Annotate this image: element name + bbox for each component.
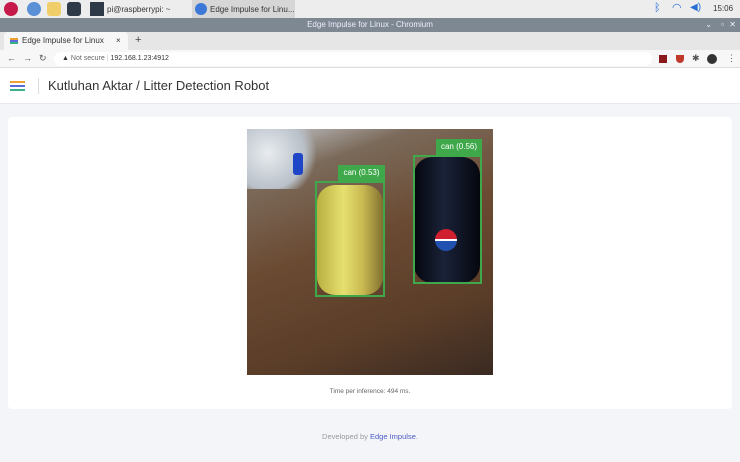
task-label: Edge Impulse for Linu... — [210, 4, 295, 14]
wifi-icon[interactable]: ◠ — [672, 1, 682, 14]
back-icon[interactable]: ← — [7, 53, 16, 63]
tab-close-button[interactable]: × — [116, 32, 121, 50]
divider — [38, 78, 39, 94]
close-window-icon[interactable]: ✕ — [729, 18, 736, 32]
footer-period: . — [415, 432, 418, 441]
page-header: Kutluhan Aktar / Litter Detection Robot — [0, 68, 740, 104]
edge-impulse-logo[interactable] — [10, 81, 25, 91]
tab-edge-impulse[interactable]: Edge Impulse for Linux × — [4, 32, 128, 50]
new-tab-button[interactable]: + — [135, 34, 141, 46]
profile-icon[interactable] — [707, 54, 717, 64]
bluetooth-icon[interactable]: ᛒ — [654, 2, 661, 14]
browser-icon[interactable] — [27, 2, 41, 16]
address-bar[interactable]: ▲ Not secure | 192.168.1.23:4912 — [54, 52, 652, 66]
task-label: pi@raspberrypi: ~ — [107, 4, 171, 14]
bounding-box — [413, 155, 482, 284]
warning-icon: ▲ — [62, 55, 69, 62]
taskbar: pi@raspberrypi: ~ Edge Impulse for Linu.… — [0, 0, 740, 18]
minimize-icon[interactable]: ⌄ — [705, 18, 712, 32]
menu-icon[interactable]: ⋮ — [727, 53, 736, 64]
volume-icon[interactable]: ◀) — [690, 2, 701, 13]
inference-time: Time per inference: 494 ms. — [329, 388, 411, 395]
detection-label: can (0.56) — [436, 139, 482, 155]
footer: Developed by Edge Impulse. — [0, 432, 740, 441]
terminal-icon — [90, 2, 104, 16]
ublock-icon[interactable] — [676, 55, 684, 63]
maximize-icon[interactable]: ▫ — [721, 18, 724, 32]
edge-impulse-link[interactable]: Edge Impulse — [370, 432, 416, 441]
chromium-icon — [195, 3, 207, 15]
page-title: Kutluhan Aktar / Litter Detection Robot — [48, 78, 270, 93]
folder-icon[interactable] — [47, 2, 61, 16]
raspberry-menu-icon[interactable] — [4, 2, 18, 16]
reload-icon[interactable]: ↻ — [39, 53, 47, 64]
terminal-icon[interactable] — [67, 2, 81, 16]
extension-icon[interactable] — [659, 55, 667, 63]
bottle-cap — [293, 153, 303, 175]
bounding-box — [315, 181, 385, 297]
clock: 15:06 — [713, 4, 734, 13]
camera-feed: can (0.53) can (0.56) — [247, 129, 493, 375]
url-text[interactable]: 192.168.1.23:4912 — [110, 55, 168, 62]
task-browser[interactable]: Edge Impulse for Linu... — [192, 0, 295, 18]
tab-label: Edge Impulse for Linux — [22, 36, 104, 45]
security-label[interactable]: Not secure — [71, 55, 105, 62]
bottle — [247, 129, 317, 189]
detection-label: can (0.53) — [338, 165, 385, 181]
task-terminal[interactable]: pi@raspberrypi: ~ — [90, 2, 170, 16]
window-title: Edge Impulse for Linux - Chromium — [307, 20, 433, 29]
favicon-icon — [10, 38, 18, 44]
footer-text: Developed by — [322, 432, 368, 441]
extensions-puzzle-icon[interactable]: ✱ — [692, 53, 700, 64]
forward-icon[interactable]: → — [23, 53, 32, 63]
window-titlebar: Edge Impulse for Linux - Chromium ⌄ ▫ ✕ — [0, 18, 740, 32]
